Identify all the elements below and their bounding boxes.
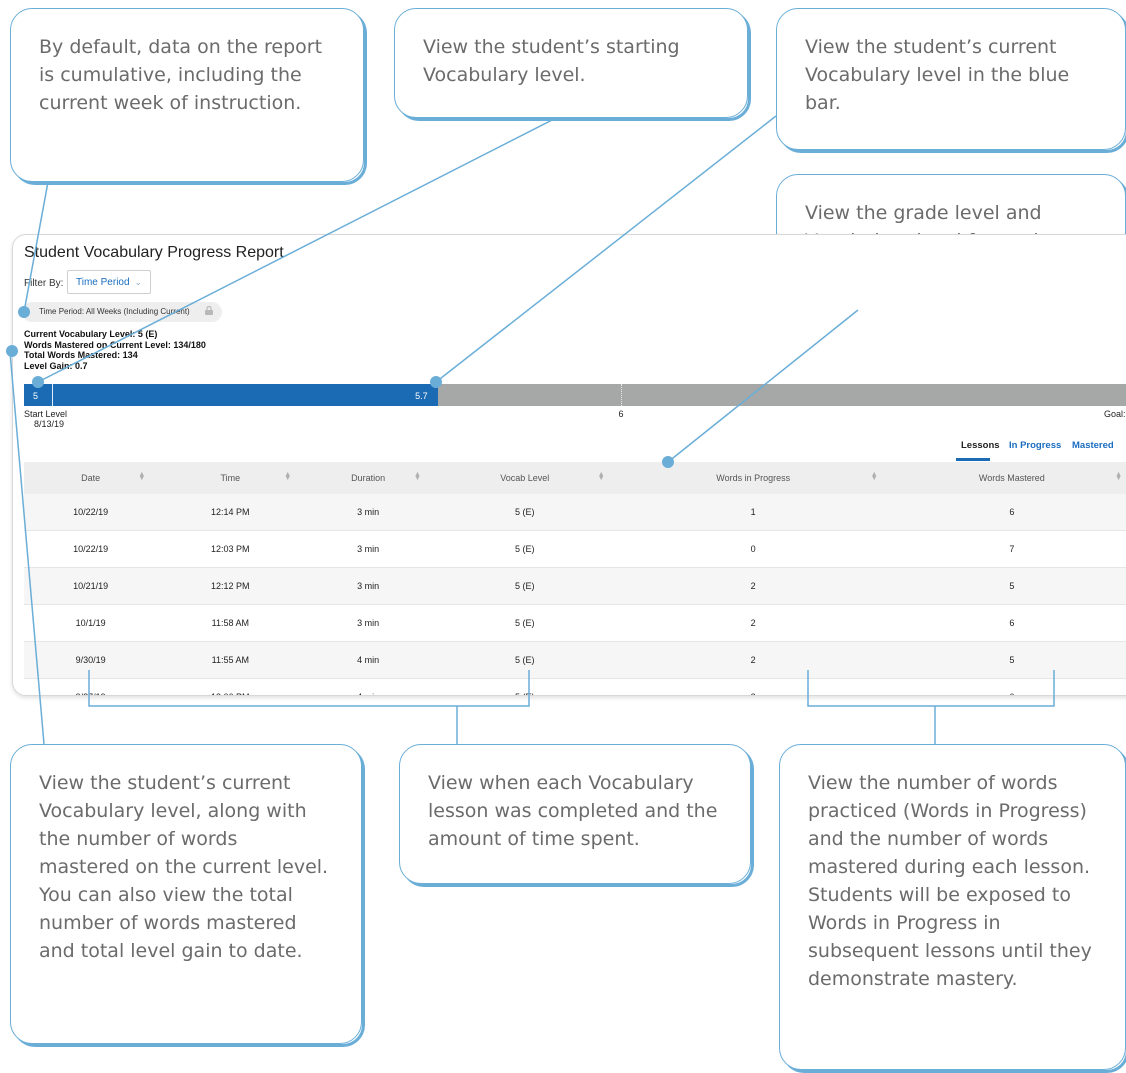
sort-icon: ▲ ▼ <box>138 471 146 482</box>
cell-vocab-level: 5 (E) <box>432 604 617 642</box>
cell-words-in-progress: 2 <box>617 679 890 695</box>
column-header-words-mastered[interactable]: Words Mastered ▲ ▼ <box>889 462 1126 494</box>
cell-time: 11:55 AM <box>157 641 304 679</box>
callout-lesson-timing: View when each Vocabulary lesson was com… <box>399 744 754 887</box>
column-header-time[interactable]: Time ▲ ▼ <box>157 462 304 494</box>
cell-duration: 3 min <box>303 494 433 531</box>
grade-midpoint-tick <box>620 384 622 406</box>
time-period-filter-select[interactable]: Time Period ⌄ <box>67 270 151 294</box>
cell-words-in-progress: 2 <box>616 641 890 679</box>
lock-icon <box>205 306 213 315</box>
table-row: 9/30/19 11:55 AM 4 min 5 (E) 2 5 <box>24 641 1126 679</box>
grade-midpoint-label: 6 <box>618 409 624 419</box>
sort-icon: ▲ ▼ <box>413 471 421 482</box>
start-level-text: Start Level <box>24 409 68 419</box>
cell-time: 11:58 AM <box>157 604 304 642</box>
level-gain: Level Gain: 0.7 <box>24 360 88 371</box>
start-level-label: Start Level 8/13/19 <box>24 409 67 429</box>
column-header-vocab-level[interactable]: Vocab Level ▲ ▼ <box>432 462 617 494</box>
time-period-filter-chip: Time Period: All Weeks (Including Curren… <box>22 302 222 322</box>
tab-mastered[interactable]: Mastered <box>1072 440 1114 451</box>
cell-date: 9/27/19 <box>24 679 157 695</box>
sort-icon: ▲ ▼ <box>1115 471 1122 482</box>
cell-words-in-progress: 0 <box>616 530 890 568</box>
cell-words-in-progress: 2 <box>616 604 890 642</box>
cell-date: 10/1/19 <box>24 604 158 642</box>
callout-current-level: View the student’s current Vocabulary le… <box>776 8 1126 153</box>
sort-icon: ▲ ▼ <box>284 471 292 482</box>
table-header-row: Date ▲ ▼ Time ▲ ▼ Duration ▲ ▼ Vocab Level ▲ ▼ W… <box>24 462 1126 494</box>
cell-vocab-level: 5 (E) <box>433 679 617 695</box>
words-mastered-current-level: Words Mastered on Current Level: 134/180 <box>24 339 206 350</box>
table-row: 10/21/19 12:12 PM 3 min 5 (E) 2 5 <box>24 567 1126 605</box>
tab-in-progress[interactable]: In Progress <box>1009 440 1061 451</box>
start-level-date: 8/13/19 <box>34 419 65 429</box>
report-title: Student Vocabulary Progress Report <box>24 244 284 261</box>
total-words-mastered: Total Words Mastered: 134 <box>24 350 138 360</box>
cell-date: 10/22/19 <box>24 530 158 568</box>
table-row: 9/27/19 12:06 PM 4 min 5 (E) 2 6 <box>24 679 1126 695</box>
callout-words-practiced: View the number of words practiced (Word… <box>779 744 1126 1073</box>
table-row: 10/22/19 12:14 PM 3 min 5 (E) 1 6 <box>24 494 1126 531</box>
cell-vocab-level: 5 (E) <box>432 567 617 605</box>
cell-duration: 4 min <box>303 679 433 695</box>
callout-cumulative-data: By default, data on the report is cumula… <box>10 8 367 185</box>
cell-vocab-level: 5 (E) <box>432 641 617 679</box>
cell-words-mastered: 5 <box>889 567 1126 605</box>
cell-duration: 3 min <box>303 567 433 605</box>
table-row: 10/1/19 11:58 AM 3 min 5 (E) 2 6 <box>24 604 1126 642</box>
cell-words-in-progress: 2 <box>616 567 890 605</box>
cell-words-mastered: 6 <box>889 494 1126 531</box>
cell-words-mastered: 6 <box>889 604 1126 642</box>
cell-time: 12:14 PM <box>157 494 304 531</box>
level-stats: Current Vocabulary Level: 5 (E) Words Ma… <box>24 329 206 371</box>
active-tab-indicator <box>956 458 990 461</box>
progress-bar-fill <box>24 384 439 406</box>
cell-date: 9/30/19 <box>24 641 158 679</box>
callout-words-mastered-summary: View the student’s current Vocabulary le… <box>10 744 365 1047</box>
filter-label: Filter By: <box>24 278 64 289</box>
cell-time: 12:12 PM <box>157 567 304 605</box>
cell-words-in-progress: 1 <box>616 494 890 531</box>
cell-words-mastered: 6 <box>890 679 1126 695</box>
start-level-tick <box>52 384 53 406</box>
cell-duration: 3 min <box>303 530 433 568</box>
vocabulary-progress-report: Student Vocabulary Progress Report Filte… <box>12 234 1126 696</box>
sort-icon: ▲ ▼ <box>597 471 605 482</box>
tab-lessons[interactable]: Lessons <box>961 440 1000 451</box>
column-header-words-in-progress[interactable]: Words in Progress ▲ ▼ <box>616 462 890 494</box>
cell-duration: 3 min <box>303 604 433 642</box>
cell-time: 12:06 PM <box>157 679 303 695</box>
chip-label: Time Period: All Weeks (Including Curren… <box>39 307 190 316</box>
cell-vocab-level: 5 (E) <box>432 494 617 531</box>
cell-words-mastered: 5 <box>889 641 1126 679</box>
column-header-duration[interactable]: Duration ▲ ▼ <box>303 462 433 494</box>
start-level-value: 5 <box>33 391 39 401</box>
column-header-date[interactable]: Date ▲ ▼ <box>24 462 158 494</box>
current-level-value: 5.7 <box>415 391 428 401</box>
cell-vocab-level: 5 (E) <box>432 530 617 568</box>
cell-words-mastered: 7 <box>889 530 1126 568</box>
sort-icon: ▲ ▼ <box>870 471 878 482</box>
table-row: 10/22/19 12:03 PM 3 min 5 (E) 0 7 <box>24 530 1126 568</box>
filter-select-value: Time Period <box>76 277 130 288</box>
cell-date: 10/21/19 <box>24 567 158 605</box>
vocabulary-level-progress-bar: 5 5.7 <box>24 384 1126 406</box>
lessons-table: Date ▲ ▼ Time ▲ ▼ Duration ▲ ▼ Vocab Level ▲ ▼ W… <box>24 462 1126 695</box>
goal-label: Goal: 7 <box>1103 409 1126 419</box>
cell-duration: 4 min <box>303 641 433 679</box>
callout-starting-level: View the student’s starting Vocabulary l… <box>394 8 751 121</box>
cell-time: 12:03 PM <box>157 530 304 568</box>
chevron-down-icon: ⌄ <box>134 277 142 287</box>
cell-date: 10/22/19 <box>24 494 158 531</box>
current-vocabulary-level: Current Vocabulary Level: 5 (E) <box>24 329 158 339</box>
